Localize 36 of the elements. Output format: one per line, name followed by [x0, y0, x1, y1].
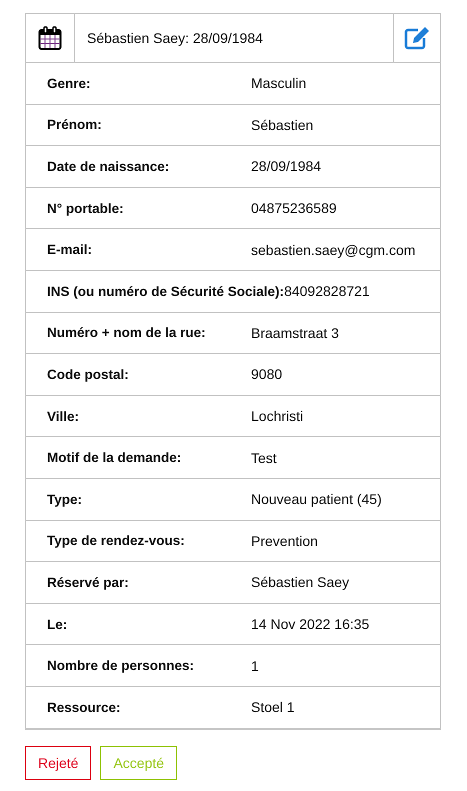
reject-button[interactable]: Rejeté: [25, 746, 92, 780]
field-label: Type de rendez-vous:: [47, 533, 186, 548]
patient-title: Sébastien Saey: 28/09/1984: [87, 30, 263, 46]
field-value: Sébastien Saey: [251, 574, 350, 590]
field-label: INS (ou numéro de Sécurité Sociale):: [47, 284, 284, 299]
field-label: Date de naissance:: [47, 158, 170, 174]
field-value: 04875236589: [251, 200, 337, 216]
field-value: Nouveau patient (45): [251, 491, 382, 508]
field-value: Sébastien: [251, 116, 314, 133]
field-value: Test: [251, 450, 277, 466]
field-label: Prénom:: [47, 117, 103, 132]
field-value: Lochristi: [251, 408, 304, 424]
field-label: Ville:: [47, 408, 80, 424]
calendar-icon: [38, 26, 62, 50]
field-label: Motif de la demande:: [47, 450, 182, 466]
field-value: Braamstraat 3: [251, 324, 339, 341]
field-label: N° portable:: [47, 200, 125, 216]
field-label: Réservé par:: [47, 574, 130, 590]
edit-icon[interactable]: [404, 26, 430, 50]
field-value: 9080: [251, 366, 282, 382]
field-label: Ressource:: [47, 700, 122, 715]
field-value: 1: [251, 658, 259, 674]
field-label: Le:: [47, 616, 68, 632]
field-label: Numéro + nom de la rue:: [47, 325, 207, 340]
field-label: Type:: [47, 492, 84, 507]
field-value: Masculin: [251, 75, 306, 92]
field-label: Genre:: [47, 76, 92, 91]
field-value: 84092828721: [284, 283, 370, 300]
field-value: sebastien.saey@cgm.com: [251, 242, 416, 258]
field-value: Prevention: [251, 532, 318, 549]
field-label: Code postal:: [47, 366, 130, 382]
field-label: E-mail:: [47, 242, 94, 258]
field-label: Nombre de personnes:: [47, 658, 196, 674]
field-value: 14 Nov 2022 16:35: [251, 616, 370, 632]
field-value: Stoel 1: [251, 699, 295, 716]
field-value: 28/09/1984: [251, 158, 322, 174]
